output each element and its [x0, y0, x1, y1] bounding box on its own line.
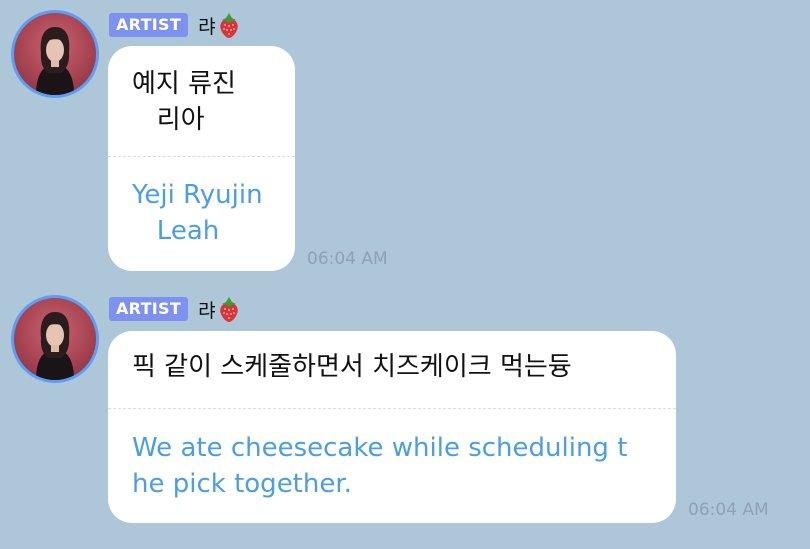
- translation-line-1: We ate cheesecake while scheduling t: [132, 433, 628, 463]
- artist-badge: ARTIST: [109, 297, 189, 321]
- avatar-photo: [36, 312, 74, 380]
- original-line-1: 픽 같이 스케줄하면서 치즈케이크 먹는듕: [132, 352, 572, 382]
- strawberry-emoji-icon: [219, 297, 238, 322]
- sender-row: ARTIST 랴: [109, 295, 241, 323]
- translation-line-2: he pick together.: [132, 469, 352, 499]
- message-bubble[interactable]: 픽 같이 스케줄하면서 치즈케이크 먹는듕 We ate cheesecake …: [108, 331, 676, 523]
- sender-name: 랴: [198, 299, 216, 322]
- chat-message-2: ARTIST 랴 픽 같이 스케줄하면서 치즈케이크 먹는듕 We ate ch…: [0, 0, 810, 549]
- message-timestamp: 06:04 AM: [688, 500, 769, 520]
- sender-name-wrap: 랴: [198, 295, 240, 323]
- bubble-divider: [108, 408, 676, 409]
- avatar[interactable]: [11, 295, 99, 383]
